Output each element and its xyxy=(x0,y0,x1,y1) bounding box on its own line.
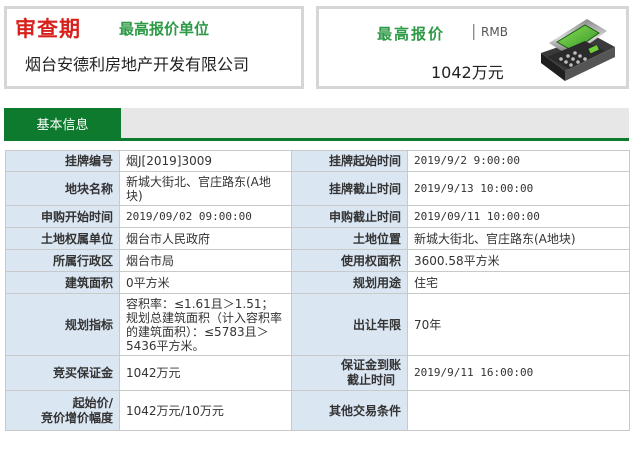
listing-end-time-label: 挂牌截止时间 xyxy=(291,171,408,206)
transfer-term-label: 出让年限 xyxy=(291,293,408,356)
district-value: 烟台市局 xyxy=(119,249,292,272)
starting-price-label-line2: 竞价增价幅度 xyxy=(40,410,113,425)
use-right-area-value: 3600.58平方米 xyxy=(407,249,630,272)
bid-deposit-value: 1042万元 xyxy=(119,355,292,391)
planning-index-value: 容积率：≤1.61且＞1.51；规划总建筑面积（计入容积率的建筑面积）：≤578… xyxy=(119,293,292,356)
starting-price-label: 起始价/ 竞价增价幅度 xyxy=(5,390,120,431)
price-separator: | xyxy=(471,21,477,40)
highest-price-value: 1042万元 xyxy=(431,63,504,82)
status-badge: 审查期 xyxy=(15,17,81,41)
starting-price-label-line1: 起始价/ xyxy=(72,395,113,410)
price-currency-unit: RMB xyxy=(481,25,508,39)
subscription-end-value: 2019/09/11 10:00:00 xyxy=(407,205,630,228)
basic-info-table: 挂牌编号 烟J[2019]3009 挂牌起始时间 2019/9/2 9:00:0… xyxy=(5,150,630,431)
deposit-deadline-label: 保证金到账 截止时间 xyxy=(291,355,408,391)
subscription-start-label: 申购开始时间 xyxy=(5,205,120,228)
use-right-area-label: 使用权面积 xyxy=(291,249,408,272)
plot-name-label: 地块名称 xyxy=(5,171,120,206)
transfer-term-value: 70年 xyxy=(407,293,630,356)
auction-machine-icon xyxy=(541,19,615,81)
other-conditions-value xyxy=(407,390,630,431)
table-row: 地块名称 新城大街北、官庄路东(A地块) 挂牌截止时间 2019/9/13 10… xyxy=(5,171,630,206)
highest-price-title: 最高报价 xyxy=(377,25,446,43)
highest-bidder-name: 烟台安德利房地产开发有限公司 xyxy=(25,55,250,74)
listing-number-value: 烟J[2019]3009 xyxy=(119,150,292,172)
building-area-label: 建筑面积 xyxy=(5,271,120,294)
building-area-value: 0平方米 xyxy=(119,271,292,294)
land-owner-label: 土地权属单位 xyxy=(5,227,120,250)
planned-use-value: 住宅 xyxy=(407,271,630,294)
deposit-deadline-value: 2019/9/11 16:00:00 xyxy=(407,355,630,391)
listing-start-time-label: 挂牌起始时间 xyxy=(291,150,408,172)
planning-index-label: 规划指标 xyxy=(5,293,120,356)
table-row: 规划指标 容积率：≤1.61且＞1.51；规划总建筑面积（计入容积率的建筑面积）… xyxy=(5,293,630,356)
land-owner-value: 烟台市人民政府 xyxy=(119,227,292,250)
plot-name-value: 新城大街北、官庄路东(A地块) xyxy=(119,171,292,206)
deposit-deadline-label-line2: 截止时间 xyxy=(346,373,395,387)
other-conditions-label: 其他交易条件 xyxy=(291,390,408,431)
table-row: 土地权属单位 烟台市人民政府 土地位置 新城大街北、官庄路东(A地块) xyxy=(5,227,630,250)
table-row: 申购开始时间 2019/09/02 09:00:00 申购截止时间 2019/0… xyxy=(5,205,630,228)
highest-bidder-panel: 审查期 最高报价单位 烟台安德利房地产开发有限公司 xyxy=(4,6,304,89)
highest-bidder-title: 最高报价单位 xyxy=(119,20,210,38)
table-row: 所属行政区 烟台市局 使用权面积 3600.58平方米 xyxy=(5,249,630,272)
starting-price-value: 1042万元/10万元 xyxy=(119,390,292,431)
planned-use-label: 规划用途 xyxy=(291,271,408,294)
table-row: 竞买保证金 1042万元 保证金到账 截止时间 2019/9/11 16:00:… xyxy=(5,355,630,391)
district-label: 所属行政区 xyxy=(5,249,120,272)
table-row: 起始价/ 竞价增价幅度 1042万元/10万元 其他交易条件 xyxy=(5,390,630,431)
land-location-label: 土地位置 xyxy=(291,227,408,250)
listing-end-time-value: 2019/9/13 10:00:00 xyxy=(407,171,630,206)
land-location-value: 新城大街北、官庄路东(A地块) xyxy=(407,227,630,250)
listing-start-time-value: 2019/9/2 9:00:00 xyxy=(407,150,630,172)
bid-deposit-label: 竞买保证金 xyxy=(5,355,120,391)
deposit-deadline-label-line1: 保证金到账 xyxy=(340,358,401,372)
table-row: 挂牌编号 烟J[2019]3009 挂牌起始时间 2019/9/2 9:00:0… xyxy=(5,150,630,172)
subscription-start-value: 2019/09/02 09:00:00 xyxy=(119,205,292,228)
highest-price-panel: 最高报价 | RMB 1042万元 xyxy=(316,6,629,89)
tab-basic-info[interactable]: 基本信息 xyxy=(4,108,121,138)
subscription-end-label: 申购截止时间 xyxy=(291,205,408,228)
listing-number-label: 挂牌编号 xyxy=(5,150,120,172)
tab-bar: 基本信息 xyxy=(4,108,629,141)
table-row: 建筑面积 0平方米 规划用途 住宅 xyxy=(5,271,630,294)
